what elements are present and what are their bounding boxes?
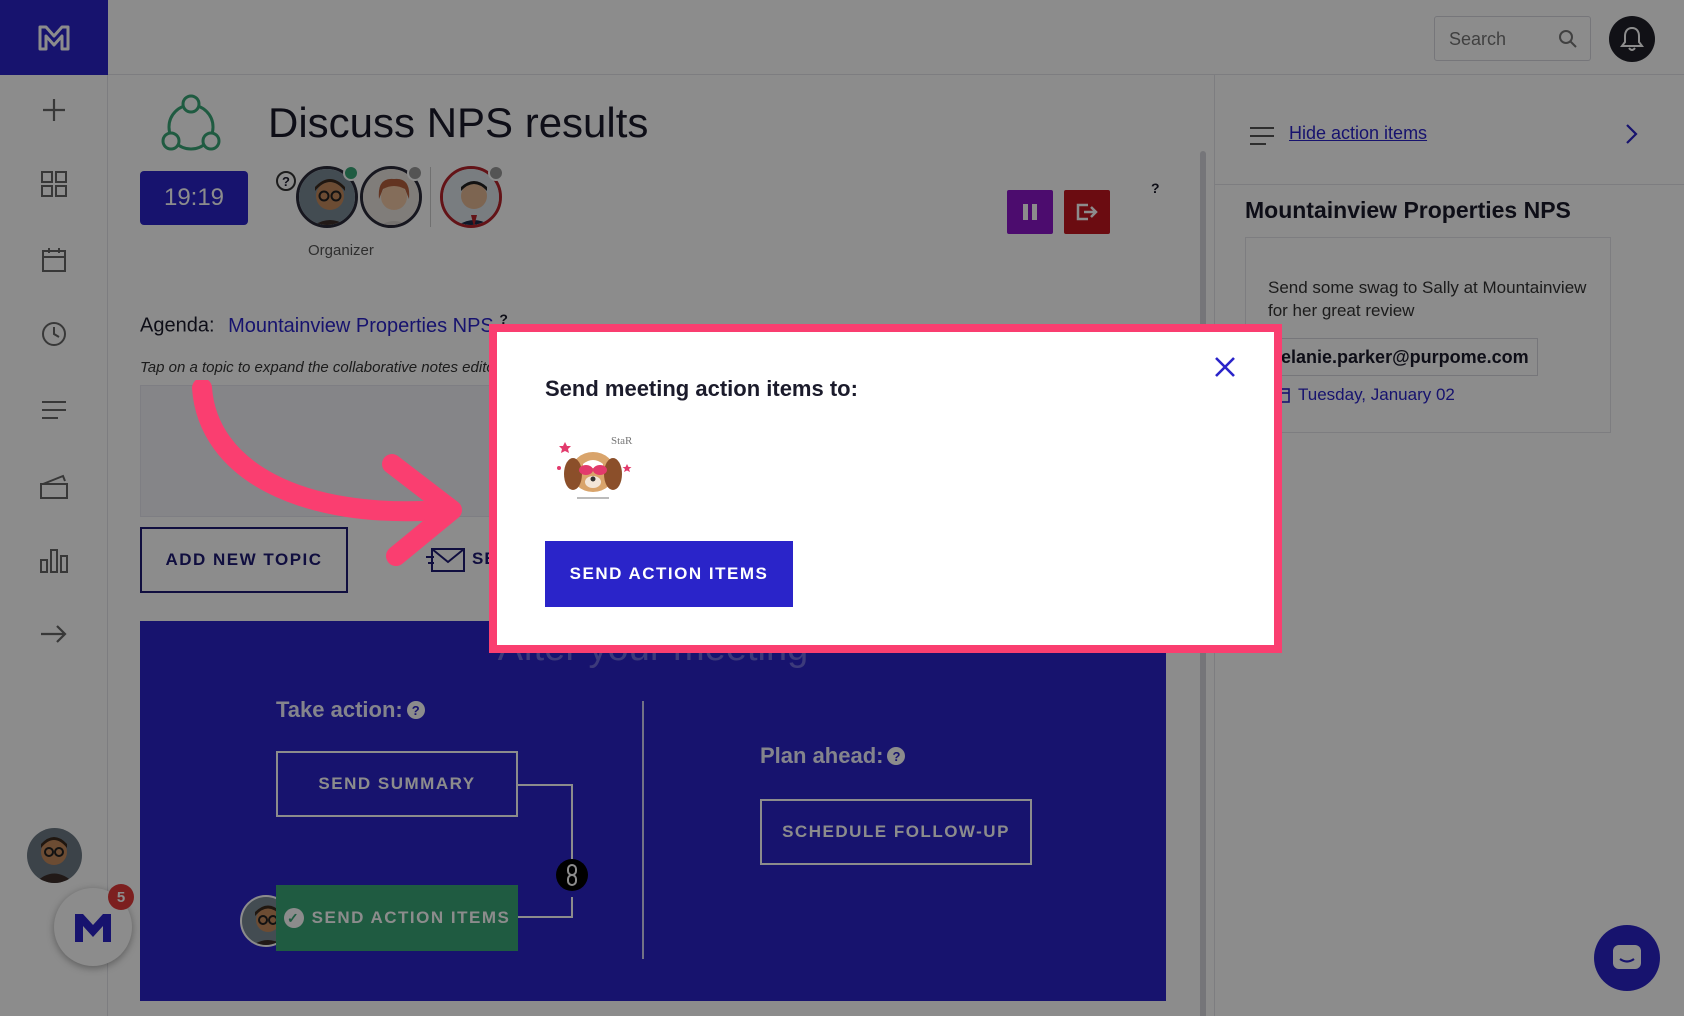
modal-highlight-frame: [489, 324, 1282, 653]
annotation-arrow-icon: [192, 380, 462, 566]
